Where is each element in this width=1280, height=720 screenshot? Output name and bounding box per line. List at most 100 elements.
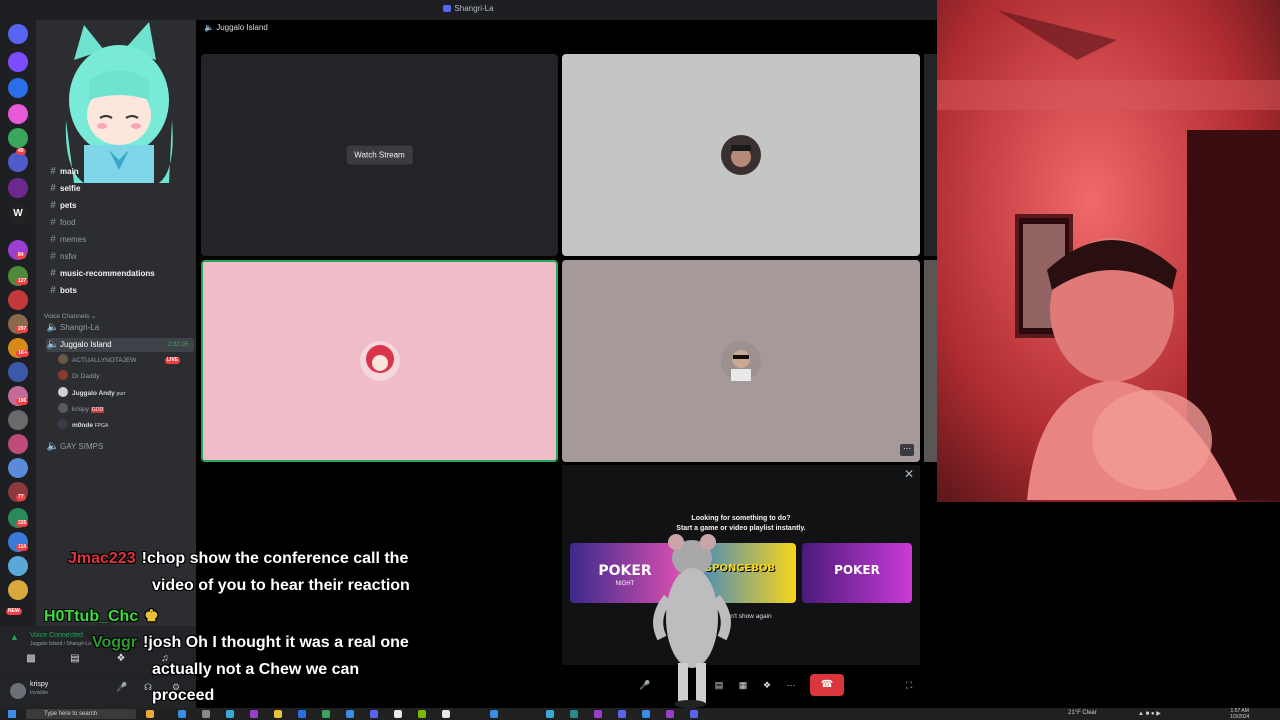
taskbar-app-icon[interactable] [146,710,154,718]
channel-food[interactable]: # food [46,216,194,230]
screen-share-icon[interactable]: ▤ [68,652,82,666]
channel-main[interactable]: # main [46,165,194,179]
voice-channel-label: GAY SIMPS [60,442,104,451]
voice-channel-label: Juggalo Island [60,340,112,349]
server-icon[interactable] [8,362,28,382]
server-icon[interactable] [8,290,28,310]
more-options-icon[interactable]: ··· [900,444,914,456]
voice-user[interactable]: krispy GOD [58,403,194,417]
taskbar-app-icon[interactable] [642,710,650,718]
close-icon[interactable]: ✕ [904,467,914,481]
disconnect-button[interactable]: ☎ [810,674,844,696]
tray-icons[interactable]: ▲ ■ ● ▶ [1138,710,1161,717]
chat-message: video of you to hear their reaction [152,577,410,595]
taskbar-app-icon[interactable] [490,710,498,718]
voice-channel-juggalo-island[interactable]: 🔈Juggalo Island 2:32:05 [46,338,194,352]
server-icon[interactable] [8,178,28,198]
chat-message: proceed [152,687,214,705]
avatar [58,370,68,380]
voice-user[interactable]: m0nde FPGA [58,419,194,433]
taskbar-app-icon[interactable] [418,710,426,718]
server-icon[interactable] [8,128,28,148]
voice-user-name: krispy [72,406,89,413]
voice-user[interactable]: ACTUALLYNOTAJEW LIVE [58,354,194,368]
participant-tile[interactable] [562,54,920,256]
channel-nsfw[interactable]: # nsfw [46,250,194,264]
taskbar-app-icon[interactable] [178,710,186,718]
server-icon[interactable] [8,434,28,454]
user-status: Invisible [30,690,49,696]
home-button[interactable] [8,24,28,44]
hash-icon: # [50,268,56,279]
start-icon[interactable] [8,710,16,718]
activities-icon[interactable]: ❖ [758,676,776,694]
taskbar-app-icon[interactable] [570,710,578,718]
taskbar-app-icon[interactable] [298,710,306,718]
taskbar-app-icon[interactable] [370,710,378,718]
server-icon[interactable] [8,556,28,576]
microphone-icon[interactable]: 🎤 [116,682,127,693]
taskbar-app-icon[interactable] [202,710,210,718]
avatar [58,354,68,364]
voice-channel-shangri-la[interactable]: 🔈Shangri-La [46,321,194,335]
clock[interactable]: 1:57 AM 1/3/2024 [1230,708,1249,720]
clock-date: 1/3/2024 [1230,714,1250,720]
server-icon[interactable] [8,152,28,172]
voice-channel-gay-simps[interactable]: 🔈GAY SIMPS [46,440,194,454]
taskbar-app-icon[interactable] [618,710,626,718]
taskbar-app-icon[interactable] [274,710,282,718]
title-bar: Shangri-La [0,0,937,20]
participant-tile-speaking[interactable] [201,260,558,462]
server-icon[interactable] [8,78,28,98]
more-icon[interactable]: ··· [782,676,800,694]
taskbar-app-icon[interactable] [322,710,330,718]
hash-icon: # [50,200,56,211]
taskbar-app-icon[interactable] [546,710,554,718]
voice-user-name: Dr Daddy [72,373,100,380]
fullscreen-icon[interactable]: ⛶ [906,680,912,691]
server-icon[interactable] [8,458,28,478]
avatar[interactable] [10,683,26,699]
voice-user[interactable]: Juggalo Andy purr [58,387,194,401]
server-icon[interactable] [8,410,28,430]
taskbar-app-icon[interactable] [226,710,234,718]
voice-user[interactable]: Dr Daddy [58,370,194,384]
chat-text: actually not a Chew we can [152,661,360,678]
weather-widget[interactable]: 21°F Clear [1068,710,1097,716]
taskbar-app-icon[interactable] [346,710,354,718]
channel-bots[interactable]: # bots [46,284,194,298]
taskbar-search[interactable]: Type here to search [26,709,136,719]
server-icon[interactable] [8,104,28,124]
taskbar-app-icon[interactable] [690,710,698,718]
taskbar-app-icon[interactable] [442,710,450,718]
taskbar-app-icon[interactable] [250,710,258,718]
activities-icon[interactable]: ❖ [114,652,128,666]
channel-selfie[interactable]: # selfie [46,182,194,196]
server-icon-w[interactable]: W [8,204,28,224]
search-placeholder: Type here to search [44,711,98,717]
avatar [359,341,400,381]
voice-channels-header[interactable]: Voice Channels ⌄ [44,312,96,320]
server-badge: 1K+ [16,350,30,357]
watch-stream-button[interactable]: Watch Stream [346,145,413,165]
participant-tile[interactable]: ··· [562,260,920,462]
stream-tile[interactable]: Watch Stream [201,54,558,256]
card-title: POKER [834,563,880,577]
chat-text: proceed [152,687,215,704]
voice-location[interactable]: Juggalo Island / Shangri-La [30,641,91,647]
channel-music-recommendations[interactable]: # music-recommendations [46,267,194,281]
channel-memes[interactable]: # memes [46,233,194,247]
server-icon[interactable] [8,52,28,72]
speaker-icon: 🔈 [46,322,60,333]
server-rail: W 49 84 127 297 1K+ 196 77 225 114 NEW [0,20,36,708]
taskbar-app-icon[interactable] [666,710,674,718]
server-icon[interactable] [8,580,28,600]
taskbar-app-icon[interactable] [594,710,602,718]
grid-icon[interactable]: ▦ [734,676,752,694]
headphones-icon[interactable]: ☊ [144,682,152,693]
channel-pets[interactable]: # pets [46,199,194,213]
activity-card-poker[interactable]: POKER [802,543,912,603]
taskbar-app-icon[interactable] [394,710,402,718]
camera-off-icon[interactable]: ▩ [24,652,38,666]
channel-label: selfie [60,184,81,193]
